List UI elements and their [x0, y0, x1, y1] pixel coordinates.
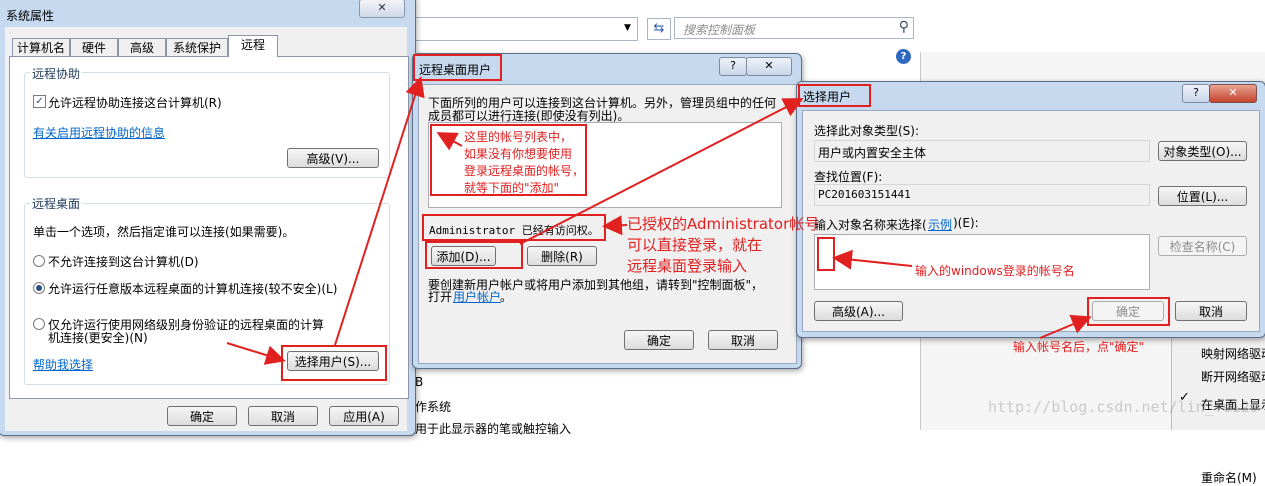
listbox-annotation-line2: 如果没有你想要使用 [464, 147, 573, 161]
location-field: PC201603151441 [814, 184, 1150, 206]
remote-desktop-label: 远程桌面 [30, 195, 83, 212]
remote-assistance-advanced-button[interactable]: 高级(V)... [287, 148, 379, 168]
close-icon[interactable]: ✕ [746, 57, 792, 76]
listbox-annotation-line4: 就等下面的"添加" [464, 181, 560, 195]
ok-button-highlight [1087, 297, 1170, 326]
help-icon[interactable]: ? [896, 49, 911, 64]
tab-hardware[interactable]: 硬件 [70, 38, 118, 57]
remove-user-button[interactable]: 删除(R) [527, 246, 597, 266]
search-icon[interactable]: ⚲ [899, 19, 909, 35]
hint-line2-suffix: 。 [500, 290, 513, 304]
listbox-annotation-line3: 登录远程桌面的帐号， [464, 164, 585, 178]
tab-advanced[interactable]: 高级 [118, 38, 166, 57]
bg-text-b: B [415, 375, 424, 389]
apply-button[interactable]: 应用(A) [329, 406, 399, 426]
location-label: 查找位置(F): [814, 170, 883, 184]
watermark: http://blog.csdn.net/lin_fei29 [988, 398, 1259, 416]
user-accounts-link[interactable]: 用户帐户 [453, 288, 501, 305]
allow-nla-only-radio[interactable] [33, 318, 45, 330]
add-button-highlight [425, 241, 523, 269]
location-value: PC201603151441 [818, 188, 911, 201]
admin-annotation-line1: 已授权的Administrator帐号 [627, 215, 820, 233]
allow-remote-assistance-checkbox[interactable]: ✓ [33, 95, 46, 108]
cancel-button[interactable]: 取消 [1175, 301, 1247, 321]
select-users-highlight [281, 345, 387, 381]
cancel-button[interactable]: 取消 [708, 330, 778, 350]
select-users-window: ? ✕ [796, 81, 1265, 338]
examples-link[interactable]: 示例 [928, 216, 952, 233]
allow-any-version-radio[interactable] [33, 282, 45, 294]
address-bar[interactable] [406, 17, 638, 41]
locations-button[interactable]: 位置(L)... [1158, 186, 1247, 206]
refresh-icon[interactable]: ⇆ [647, 18, 671, 40]
allow-any-version-label: 允许运行任意版本远程桌面的计算机连接(较不安全)(L) [48, 282, 338, 296]
cancel-button[interactable]: 取消 [248, 406, 318, 426]
enter-object-label-prefix: 输入对象名称来选择( [814, 218, 927, 232]
input-annotation: 输入的windows登录的帐号名 [915, 264, 1075, 278]
object-type-label: 选择此对象类型(S): [814, 124, 920, 138]
admin-annotation-line3: 远程桌面登录输入 [627, 257, 748, 275]
tab-remote[interactable]: 远程 [228, 35, 278, 57]
ok-button[interactable]: 确定 [624, 330, 694, 350]
select-users-advanced-button[interactable]: 高级(A)... [814, 301, 903, 321]
admin-annotation-line2: 可以直接登录，就在 [627, 236, 763, 254]
object-names-input-highlight [817, 237, 835, 271]
bg-text-pen: 用于此显示器的笔或触控输入 [415, 422, 572, 436]
bg-text-os: 作系统 [415, 400, 452, 414]
allow-remote-assistance-label: 允许远程协助连接这台计算机(R) [48, 96, 222, 110]
search-input[interactable]: 搜索控制面板 ⚲ [674, 17, 914, 39]
help-me-choose-link[interactable]: 帮助我选择 [33, 356, 93, 373]
remote-desktop-instruction: 单击一个选项，然后指定谁可以连接(如果需要)。 [33, 225, 295, 239]
window-title: 系统属性 [6, 9, 55, 23]
hint-line2-prefix: 打开 [428, 290, 453, 304]
menu-item-map-drive[interactable]: 映射网络驱动 [1201, 345, 1265, 362]
enter-object-label-suffix: )(E): [953, 216, 979, 230]
tab-computer-name[interactable]: 计算机名 [12, 38, 70, 57]
ok-button[interactable]: 确定 [167, 406, 237, 426]
rd-users-title-highlight [413, 54, 502, 81]
ok-annotation: 输入帐号名后，点"确定" [1013, 340, 1145, 354]
object-types-button[interactable]: 对象类型(O)... [1158, 141, 1247, 161]
remote-assistance-info-link[interactable]: 有关启用远程协助的信息 [33, 124, 165, 141]
allow-nla-only-label-line2: 机连接(更安全)(N) [48, 331, 148, 345]
tab-system-protection[interactable]: 系统保护 [166, 38, 228, 57]
listbox-annotation-line1: 这里的帐号列表中， [464, 130, 573, 144]
help-icon[interactable]: ? [719, 57, 747, 76]
deny-connection-label: 不允许连接到这台计算机(D) [48, 255, 199, 269]
menu-item-disconnect-drive[interactable]: 断开网络驱动 [1201, 368, 1265, 385]
close-icon[interactable]: ✕ [359, 0, 405, 18]
remote-assistance-label: 远程协助 [30, 65, 83, 82]
search-placeholder: 搜索控制面板 [683, 23, 756, 37]
administrator-highlight [422, 214, 606, 241]
dropdown-arrow-icon[interactable]: ▼ [624, 23, 631, 33]
select-users-title-highlight [798, 84, 871, 107]
object-type-field: 用户或内置安全主体 [814, 140, 1150, 162]
check-names-button[interactable]: 检查名称(C) [1158, 236, 1247, 256]
object-type-value: 用户或内置安全主体 [818, 146, 927, 160]
help-icon[interactable]: ? [1182, 84, 1210, 103]
menu-item-rename[interactable]: 重命名(M) [1201, 469, 1257, 486]
close-icon[interactable]: ✕ [1209, 84, 1257, 103]
deny-connection-radio[interactable] [33, 255, 45, 267]
